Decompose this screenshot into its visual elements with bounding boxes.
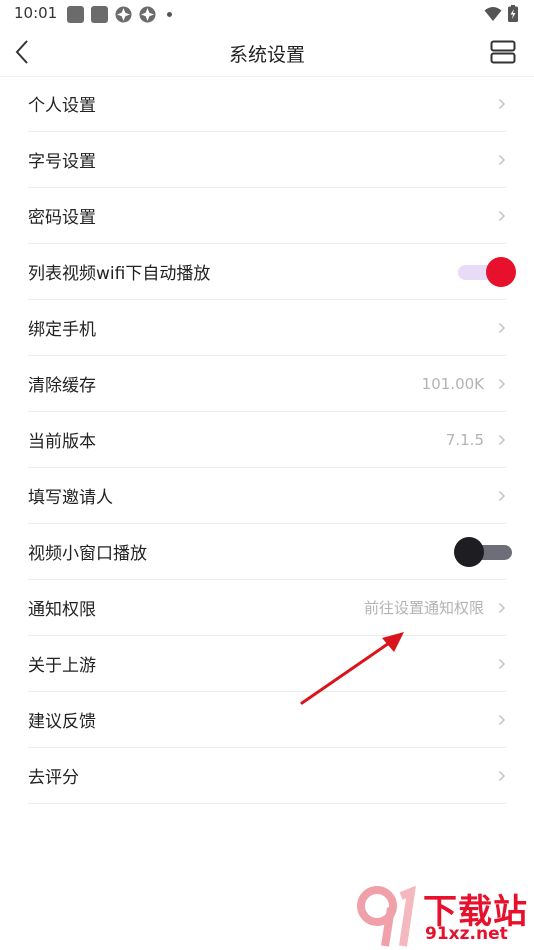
red-arrow-icon xyxy=(300,632,404,705)
layout-icon[interactable] xyxy=(490,40,516,64)
status-notification-icons xyxy=(67,6,172,23)
toggle-knob xyxy=(486,257,516,287)
setting-label: 填写邀请人 xyxy=(28,488,113,508)
app-icon xyxy=(139,6,156,23)
pip-playback-toggle[interactable] xyxy=(454,537,512,567)
setting-wifi-autoplay: 列表视频wifi下自动播放 xyxy=(28,244,516,300)
chevron-right-icon xyxy=(499,210,505,221)
wifi-autoplay-toggle[interactable] xyxy=(458,257,516,287)
chevron-right-icon xyxy=(499,490,505,501)
setting-label: 通知权限 xyxy=(28,600,96,620)
setting-font-size[interactable]: 字号设置 xyxy=(28,132,506,188)
status-bar: 10:01 xyxy=(0,0,534,28)
setting-rate[interactable]: 去评分 xyxy=(28,748,506,804)
setting-label: 建议反馈 xyxy=(28,712,96,732)
chevron-right-icon xyxy=(499,154,505,165)
setting-label: 关于上游 xyxy=(28,656,96,676)
cache-size-value: 101.00K xyxy=(421,374,484,393)
square-icon xyxy=(91,6,108,23)
app-header: 系统设置 xyxy=(0,28,534,77)
setting-label: 清除缓存 xyxy=(28,376,96,396)
chevron-right-icon xyxy=(499,322,505,333)
setting-label: 密码设置 xyxy=(28,208,96,228)
version-value: 7.1.5 xyxy=(445,430,484,449)
watermark-url: 91xz.net xyxy=(425,924,508,944)
setting-feedback[interactable]: 建议反馈 xyxy=(28,692,506,748)
square-icon xyxy=(67,6,84,23)
setting-clear-cache[interactable]: 清除缓存 101.00K xyxy=(28,356,506,412)
setting-bind-phone[interactable]: 绑定手机 xyxy=(28,300,506,356)
91-logo-icon xyxy=(357,885,416,947)
app-icon xyxy=(115,6,132,23)
chevron-right-icon xyxy=(499,602,505,613)
settings-list: 个人设置 字号设置 密码设置 列表视频wifi下自动播放 绑定手机 清除缓存 1… xyxy=(28,76,516,804)
status-time: 10:01 xyxy=(14,4,58,22)
page-title: 系统设置 xyxy=(228,44,305,66)
dot-icon xyxy=(167,12,172,17)
setting-label: 绑定手机 xyxy=(28,320,96,340)
setting-pip-playback: 视频小窗口播放 xyxy=(28,524,512,580)
chevron-right-icon xyxy=(499,770,505,781)
setting-current-version[interactable]: 当前版本 7.1.5 xyxy=(28,412,506,468)
status-system-icons xyxy=(484,5,518,22)
setting-about[interactable]: 关于上游 xyxy=(28,636,506,692)
wifi-icon xyxy=(484,6,502,21)
setting-label: 视频小窗口播放 xyxy=(28,544,147,564)
chevron-right-icon xyxy=(499,434,505,445)
setting-label: 当前版本 xyxy=(28,432,96,452)
chevron-right-icon xyxy=(499,714,505,725)
chevron-right-icon xyxy=(499,378,505,389)
setting-label: 去评分 xyxy=(28,768,79,788)
setting-label: 个人设置 xyxy=(28,96,96,116)
setting-notification-permission[interactable]: 通知权限 前往设置通知权限 xyxy=(28,580,506,636)
setting-label: 列表视频wifi下自动播放 xyxy=(28,264,211,284)
setting-label: 字号设置 xyxy=(28,152,96,172)
chevron-right-icon xyxy=(499,98,505,109)
setting-personal[interactable]: 个人设置 xyxy=(28,76,506,132)
setting-password[interactable]: 密码设置 xyxy=(28,188,506,244)
chevron-right-icon xyxy=(499,658,505,669)
setting-inviter[interactable]: 填写邀请人 xyxy=(28,468,506,524)
watermark: 下载站 91xz.net xyxy=(355,884,530,948)
battery-charging-icon xyxy=(508,5,518,22)
notification-permission-hint: 前往设置通知权限 xyxy=(363,599,484,617)
toggle-knob xyxy=(454,537,484,567)
